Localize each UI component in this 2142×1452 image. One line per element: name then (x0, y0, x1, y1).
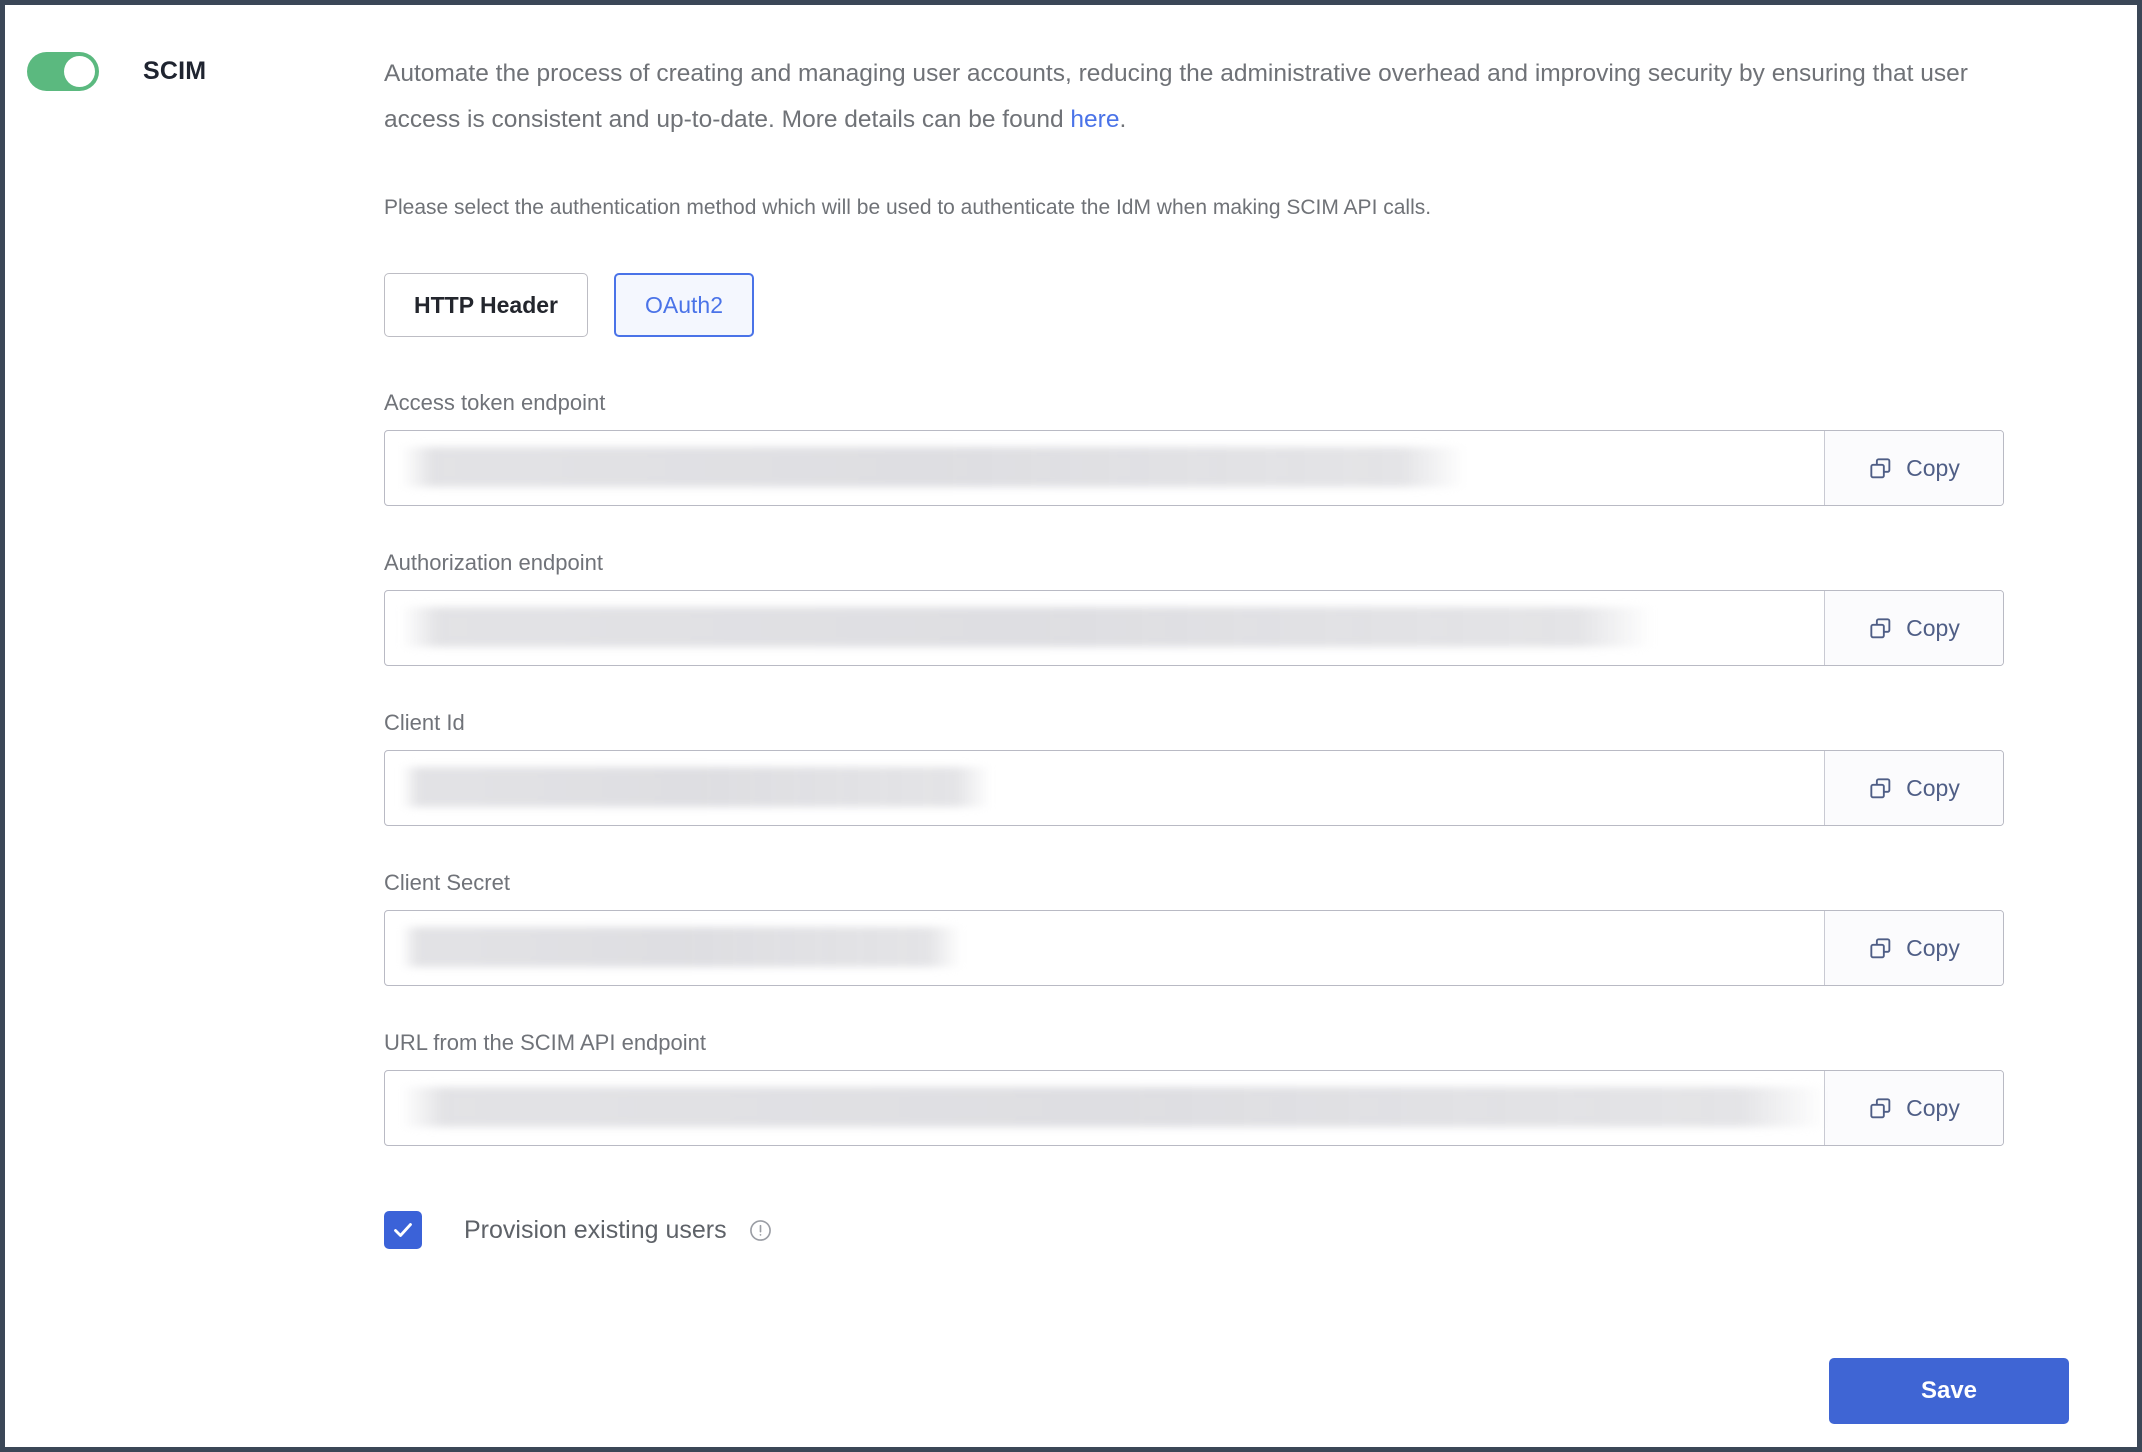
field-label: URL from the SCIM API endpoint (384, 1030, 706, 1055)
description-text-part1: Automate the process of creating and man… (384, 60, 1968, 133)
scim-toggle-row: SCIM (27, 52, 206, 91)
checkmark-icon (394, 1223, 412, 1237)
settings-panel: SCIM Automate the process of creating an… (5, 5, 2137, 1447)
copy-button-client-id[interactable]: Copy (1824, 751, 2003, 825)
copy-button-authorization-endpoint[interactable]: Copy (1824, 591, 2003, 665)
redacted-value (401, 447, 1466, 487)
copy-label: Copy (1906, 934, 1960, 961)
auth-method-tabs: HTTP Header OAuth2 (384, 273, 755, 337)
copy-icon (1870, 937, 1891, 958)
authorization-endpoint-input[interactable] (385, 591, 1824, 665)
copy-label: Copy (1906, 454, 1960, 481)
redacted-value (401, 927, 963, 967)
field-label: Client Secret (384, 870, 510, 895)
copy-label: Copy (1906, 1094, 1960, 1121)
field-access-token-endpoint: Access token endpoint Copy (384, 390, 2004, 506)
copy-label: Copy (1906, 774, 1960, 801)
field-label: Access token endpoint (384, 390, 606, 415)
field-control: Copy (384, 910, 2004, 986)
copy-icon (1870, 777, 1891, 798)
field-control: Copy (384, 750, 2004, 826)
copy-button-scim-api-url[interactable]: Copy (1824, 1071, 2003, 1145)
copy-icon (1870, 1097, 1891, 1118)
feature-rail: SCIM (5, 5, 380, 1447)
redacted-value (401, 767, 991, 807)
field-scim-api-url: URL from the SCIM API endpoint Copy (384, 1030, 2004, 1146)
tab-http-header[interactable]: HTTP Header (384, 273, 589, 337)
tab-oauth2[interactable]: OAuth2 (614, 273, 755, 337)
field-client-id: Client Id Copy (384, 710, 2004, 826)
oauth2-fields: Access token endpoint Copy Authorization… (384, 390, 2004, 1190)
auth-method-instruction: Please select the authentication method … (384, 196, 1432, 219)
client-id-input[interactable] (385, 751, 1824, 825)
redacted-value (401, 607, 1653, 647)
info-icon[interactable] (749, 1219, 772, 1242)
client-secret-input[interactable] (385, 911, 1824, 985)
field-control: Copy (384, 1070, 2004, 1146)
redacted-value (401, 1087, 1826, 1127)
copy-icon (1870, 617, 1891, 638)
field-client-secret: Client Secret Copy (384, 870, 2004, 986)
page-title: SCIM (143, 57, 207, 85)
save-button[interactable]: Save (1829, 1358, 2069, 1424)
details-link[interactable]: here (1070, 106, 1119, 133)
toggle-on-icon[interactable] (27, 52, 99, 91)
description-text-part2: . (1119, 106, 1127, 133)
settings-content: Automate the process of creating and man… (380, 5, 2137, 1447)
field-control: Copy (384, 430, 2004, 506)
copy-button-client-secret[interactable]: Copy (1824, 911, 2003, 985)
feature-description: Automate the process of creating and man… (384, 51, 1979, 143)
scim-api-url-input[interactable] (385, 1071, 1826, 1145)
field-label: Client Id (384, 710, 465, 735)
field-control: Copy (384, 590, 2004, 666)
field-label: Authorization endpoint (384, 550, 603, 575)
copy-icon (1870, 457, 1891, 478)
access-token-endpoint-input[interactable] (385, 431, 1824, 505)
field-authorization-endpoint: Authorization endpoint Copy (384, 550, 2004, 666)
toggle-knob (64, 56, 95, 87)
provision-existing-users-checkbox[interactable] (384, 1211, 422, 1249)
copy-label: Copy (1906, 614, 1960, 641)
provision-existing-users-row: Provision existing users (384, 1211, 772, 1249)
scim-settings-screen: SCIM Automate the process of creating an… (0, 0, 2142, 1452)
copy-button-access-token-endpoint[interactable]: Copy (1824, 431, 2003, 505)
provision-existing-users-label: Provision existing users (464, 1215, 727, 1244)
